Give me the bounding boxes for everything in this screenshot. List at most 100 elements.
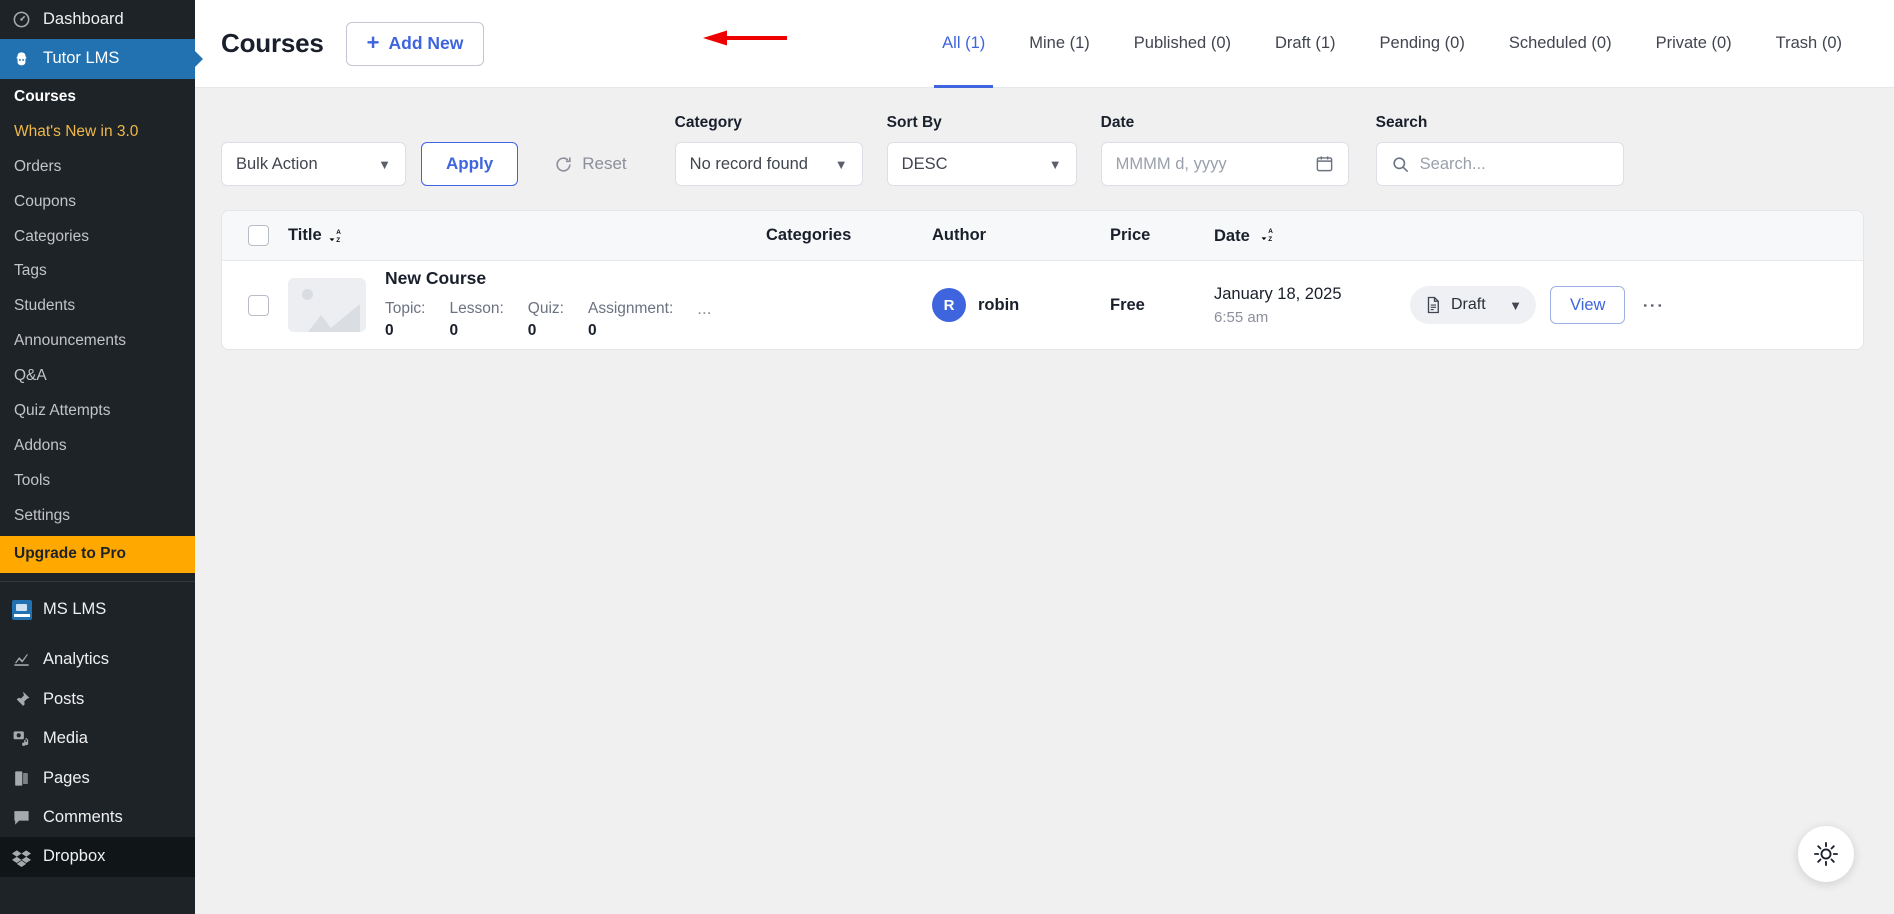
sidebar-item-tutor-lms[interactable]: Tutor LMS <box>0 39 195 79</box>
column-title-label: Title <box>288 226 322 244</box>
sidebar-item-analytics[interactable]: Analytics <box>0 640 195 679</box>
meta-lesson-label: Lesson: <box>449 299 504 317</box>
bulk-action-field: Bulk Action ▼ <box>221 142 406 186</box>
category-select[interactable]: No record found ▼ <box>674 142 863 186</box>
sidebar-item-label: Media <box>43 729 88 748</box>
meta-assignment-value: 0 <box>587 322 597 339</box>
tutor-lms-submenu: Courses What's New in 3.0 Orders Coupons… <box>0 78 195 580</box>
admin-sidebar: Dashboard Tutor LMS Courses What's New i… <box>0 0 195 914</box>
avatar: R <box>932 288 966 322</box>
bulk-action-value: Bulk Action <box>236 154 318 173</box>
row-checkbox[interactable] <box>247 294 269 316</box>
sidebar-item-ms-lms[interactable]: MS LMS <box>0 590 195 629</box>
view-button[interactable]: View <box>1550 286 1626 324</box>
submenu-item-courses[interactable]: Courses <box>0 80 195 115</box>
sort-by-select[interactable]: DESC ▼ <box>886 142 1077 186</box>
apply-button[interactable]: Apply <box>421 142 519 186</box>
theme-toggle-button[interactable] <box>1798 826 1854 882</box>
reset-icon <box>556 156 571 172</box>
submenu-item-tools[interactable]: Tools <box>0 464 195 499</box>
sidebar-item-pages[interactable]: Pages <box>0 759 195 798</box>
submenu-item-tags[interactable]: Tags <box>0 254 195 289</box>
meta-topic-label: Topic: <box>385 299 426 317</box>
meta-overflow-ellipsis[interactable]: ... <box>697 299 711 319</box>
submenu-item-settings[interactable]: Settings <box>0 499 195 534</box>
add-new-button[interactable]: + Add New <box>345 21 485 66</box>
tutor-lms-icon <box>11 49 32 70</box>
svg-text:Z: Z <box>1269 235 1273 242</box>
submenu-item-quiz-attempts[interactable]: Quiz Attempts <box>0 394 195 429</box>
sidebar-item-label: Comments <box>43 807 123 826</box>
sidebar-item-dropbox[interactable]: Dropbox <box>0 837 195 877</box>
sidebar-item-label: Posts <box>43 689 85 708</box>
table-row: New Course Topic: 0 Lesson: 0 Quiz: 0 As… <box>222 261 1863 349</box>
sidebar-item-comments[interactable]: Comments <box>0 798 195 837</box>
tab-published[interactable]: Published (0) <box>1112 0 1253 88</box>
search-input[interactable]: Search... <box>1375 142 1624 186</box>
tab-mine[interactable]: Mine (1) <box>1007 0 1112 88</box>
tab-private[interactable]: Private (0) <box>1634 0 1754 88</box>
submenu-item-addons[interactable]: Addons <box>0 429 195 464</box>
pin-icon <box>11 689 32 710</box>
search-icon <box>1393 156 1408 172</box>
submenu-item-upgrade-to-pro[interactable]: Upgrade to Pro <box>0 535 195 573</box>
status-filter-tabs: All (1) Mine (1) Published (0) Draft (1)… <box>920 0 1864 88</box>
page-title: Courses <box>221 28 324 58</box>
sort-by-field: Sort By DESC ▼ <box>886 114 1077 186</box>
column-header-author: Author <box>932 226 987 244</box>
sort-title-icon[interactable]: AZ <box>327 227 344 244</box>
calendar-icon[interactable] <box>1315 154 1334 175</box>
bulk-action-select[interactable]: Bulk Action ▼ <box>221 142 406 186</box>
course-name[interactable]: New Course <box>385 268 711 289</box>
tab-all[interactable]: All (1) <box>920 0 1007 88</box>
status-select[interactable]: Draft ▼ <box>1410 286 1536 324</box>
sidebar-item-media[interactable]: Media <box>0 719 195 758</box>
course-title-block: New Course Topic: 0 Lesson: 0 Quiz: 0 As… <box>385 268 711 343</box>
tab-trash[interactable]: Trash (0) <box>1754 0 1864 88</box>
select-all-cell <box>222 225 288 246</box>
sidebar-divider <box>0 580 195 590</box>
analytics-icon <box>11 649 32 670</box>
sort-by-label: Sort By <box>886 114 942 131</box>
author-name: robin <box>978 295 1020 314</box>
sidebar-item-label: MS LMS <box>43 599 107 618</box>
row-more-options-icon[interactable]: ⋮ <box>1639 295 1664 316</box>
plus-icon: + <box>366 29 380 55</box>
sidebar-item-dashboard[interactable]: Dashboard <box>0 0 195 39</box>
submenu-item-qa[interactable]: Q&A <box>0 359 195 394</box>
status-badge: Draft <box>1451 296 1486 313</box>
table-header-row: Title AZ Categories Author Price Date AZ <box>222 211 1863 261</box>
chevron-down-icon: ▼ <box>378 156 391 172</box>
submenu-item-coupons[interactable]: Coupons <box>0 185 195 220</box>
tab-scheduled[interactable]: Scheduled (0) <box>1487 0 1634 88</box>
category-label: Category <box>674 114 742 131</box>
sidebar-item-posts[interactable]: Posts <box>0 680 195 719</box>
meta-quiz-value: 0 <box>527 322 537 339</box>
dropbox-icon <box>11 847 32 868</box>
date-input[interactable]: MMMM d, yyyy <box>1100 142 1349 186</box>
document-icon <box>1427 296 1439 314</box>
meta-quiz-label: Quiz: <box>527 299 564 317</box>
sort-date-icon[interactable]: AZ <box>1259 226 1276 243</box>
submenu-item-categories[interactable]: Categories <box>0 220 195 255</box>
submenu-item-whats-new[interactable]: What's New in 3.0 <box>0 115 195 150</box>
submenu-item-announcements[interactable]: Announcements <box>0 324 195 359</box>
submenu-item-students[interactable]: Students <box>0 289 195 324</box>
search-field: Search Search... <box>1375 114 1624 186</box>
tab-draft[interactable]: Draft (1) <box>1253 0 1358 88</box>
media-icon <box>11 728 32 749</box>
svg-text:Z: Z <box>336 237 340 244</box>
sidebar-item-label: Dashboard <box>43 10 124 28</box>
column-header-price: Price <box>1110 226 1151 244</box>
date-placeholder: MMMM d, yyyy <box>1115 154 1227 173</box>
sidebar-item-label: Analytics <box>43 650 110 669</box>
chevron-down-icon: ▼ <box>834 156 848 172</box>
row-select-cell <box>222 294 288 316</box>
svg-text:A: A <box>336 229 341 236</box>
column-header-title: Title AZ <box>288 226 766 245</box>
tab-pending[interactable]: Pending (0) <box>1358 0 1487 88</box>
select-all-checkbox[interactable] <box>247 225 269 246</box>
submenu-item-orders[interactable]: Orders <box>0 150 195 185</box>
reset-button[interactable]: Reset <box>554 142 627 186</box>
date-value: January 18, 2025 <box>1214 284 1342 303</box>
